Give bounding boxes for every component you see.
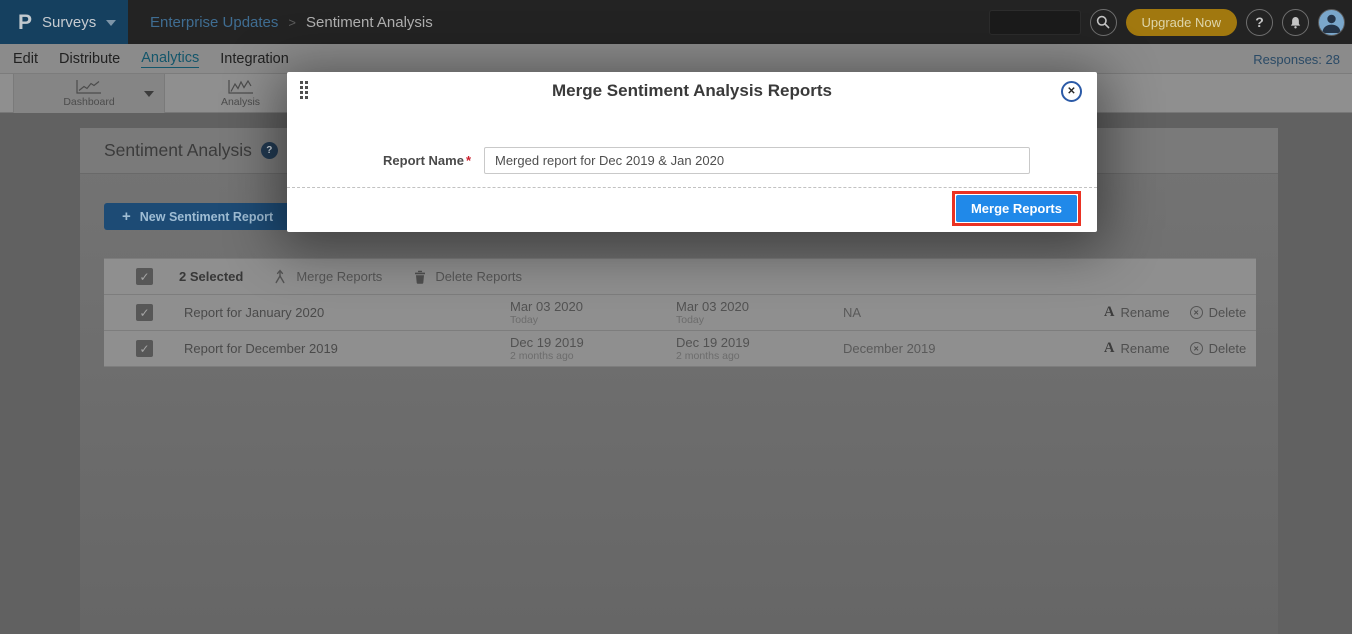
modal-title: Merge Sentiment Analysis Reports <box>287 81 1097 101</box>
close-icon: ✕ <box>1067 86 1075 97</box>
breadcrumb-current-page: Sentiment Analysis <box>306 14 433 31</box>
rename-label: Rename <box>1120 305 1169 320</box>
rename-icon: A <box>1104 305 1114 320</box>
modified-date-cell: Mar 03 2020 Today <box>676 300 843 326</box>
toolbar-tab-label: Analysis <box>221 96 260 108</box>
product-switcher[interactable]: P Surveys <box>0 0 128 44</box>
brand-logo: P <box>18 12 32 33</box>
new-report-label: New Sentiment Report <box>140 210 273 224</box>
reports-table: ✓ 2 Selected Merge Reports Delete Report… <box>104 258 1256 367</box>
check-icon: ✓ <box>139 342 149 356</box>
merge-reports-action[interactable]: Merge Reports <box>273 269 382 284</box>
product-name: Surveys <box>42 14 96 31</box>
modified-date: Mar 03 2020 <box>676 300 843 314</box>
toolbar-tab-label: Dashboard <box>63 96 114 108</box>
cross-glyph: ✕ <box>1193 345 1199 353</box>
survey-nav: Edit Distribute Analytics Integration Re… <box>0 44 1352 74</box>
rename-label: Rename <box>1120 341 1169 356</box>
question-icon: ? <box>1255 14 1264 30</box>
search-button[interactable] <box>1090 9 1117 36</box>
report-name[interactable]: Report for December 2019 <box>184 341 510 356</box>
check-icon: ✓ <box>139 306 149 320</box>
delete-action-label: Delete Reports <box>435 269 522 284</box>
page-title: Sentiment Analysis <box>104 140 252 161</box>
plus-icon: + <box>122 208 131 225</box>
delete-report-action[interactable]: ✕ Delete <box>1190 341 1247 356</box>
trash-icon <box>414 270 426 284</box>
responses-count: Responses: 28 <box>1253 44 1340 74</box>
chevron-down-icon[interactable] <box>144 91 154 97</box>
created-date: Dec 19 2019 <box>510 336 676 350</box>
click-target-highlight: Merge Reports <box>952 191 1081 226</box>
upgrade-now-button[interactable]: Upgrade Now <box>1126 9 1238 36</box>
created-date-cell: Mar 03 2020 Today <box>510 300 676 326</box>
delete-reports-action[interactable]: Delete Reports <box>414 269 522 284</box>
row-actions: A Rename ✕ Delete <box>1104 341 1246 356</box>
topbar-actions: Upgrade Now ? <box>989 0 1346 44</box>
modal-footer-divider <box>287 187 1097 188</box>
person-icon <box>1319 10 1344 35</box>
search-input[interactable] <box>989 10 1081 35</box>
created-relative: 2 months ago <box>510 350 676 362</box>
new-sentiment-report-button[interactable]: + New Sentiment Report <box>104 203 291 230</box>
created-date: Mar 03 2020 <box>510 300 676 314</box>
analysis-chart-icon <box>228 79 254 94</box>
tab-edit[interactable]: Edit <box>13 51 38 67</box>
check-icon: ✓ <box>139 270 149 284</box>
delete-circle-icon: ✕ <box>1190 306 1203 319</box>
modified-relative: Today <box>676 314 843 326</box>
row-actions: A Rename ✕ Delete <box>1104 305 1246 320</box>
cross-glyph: ✕ <box>1193 309 1199 317</box>
tab-distribute[interactable]: Distribute <box>59 51 120 67</box>
question-glyph: ? <box>266 145 272 156</box>
created-date-cell: Dec 19 2019 2 months ago <box>510 336 676 362</box>
help-button[interactable]: ? <box>1246 9 1273 36</box>
rename-report-action[interactable]: A Rename <box>1104 341 1170 356</box>
merge-reports-button[interactable]: Merge Reports <box>956 195 1077 222</box>
table-row: ✓ Report for December 2019 Dec 19 2019 2… <box>104 331 1256 367</box>
report-name[interactable]: Report for January 2020 <box>184 305 510 320</box>
merge-reports-modal: Merge Sentiment Analysis Reports ✕ Repor… <box>287 72 1097 232</box>
report-label: NA <box>843 305 1104 320</box>
delete-circle-icon: ✕ <box>1190 342 1203 355</box>
delete-label: Delete <box>1209 305 1247 320</box>
topbar: P Surveys Enterprise Updates > Sentiment… <box>0 0 1352 44</box>
user-avatar[interactable] <box>1318 9 1345 36</box>
tab-analytics[interactable]: Analytics <box>141 50 199 68</box>
bell-icon <box>1288 15 1303 30</box>
report-name-input[interactable] <box>484 147 1030 174</box>
created-relative: Today <box>510 314 676 326</box>
modified-relative: 2 months ago <box>676 350 843 362</box>
delete-label: Delete <box>1209 341 1247 356</box>
search-icon <box>1096 15 1110 29</box>
merge-icon <box>273 269 287 284</box>
merge-action-label: Merge Reports <box>296 269 382 284</box>
report-label: December 2019 <box>843 341 1104 356</box>
table-bulk-actions-row: ✓ 2 Selected Merge Reports Delete Report… <box>104 258 1256 295</box>
tab-integration[interactable]: Integration <box>220 51 289 67</box>
toolbar-tab-dashboard[interactable]: Dashboard <box>13 74 165 113</box>
select-all-checkbox[interactable]: ✓ <box>136 268 153 285</box>
row-checkbox[interactable]: ✓ <box>136 304 153 321</box>
required-asterisk: * <box>466 153 471 168</box>
report-name-label: Report Name* <box>287 153 471 168</box>
table-row: ✓ Report for January 2020 Mar 03 2020 To… <box>104 295 1256 331</box>
selected-count: 2 Selected <box>179 269 243 284</box>
rename-icon: A <box>1104 341 1114 356</box>
breadcrumb-separator: > <box>288 15 296 30</box>
breadcrumb: Enterprise Updates > Sentiment Analysis <box>150 0 433 44</box>
report-name-row: Report Name* <box>287 147 1097 174</box>
rename-report-action[interactable]: A Rename <box>1104 305 1170 320</box>
line-chart-icon <box>76 79 102 94</box>
help-badge-icon[interactable]: ? <box>261 142 278 159</box>
breadcrumb-survey-name[interactable]: Enterprise Updates <box>150 14 278 31</box>
modified-date: Dec 19 2019 <box>676 336 843 350</box>
modified-date-cell: Dec 19 2019 2 months ago <box>676 336 843 362</box>
label-text: Report Name <box>383 153 464 168</box>
modal-close-button[interactable]: ✕ <box>1061 81 1082 102</box>
notifications-button[interactable] <box>1282 9 1309 36</box>
chevron-down-icon <box>106 20 116 26</box>
delete-report-action[interactable]: ✕ Delete <box>1190 305 1247 320</box>
row-checkbox[interactable]: ✓ <box>136 340 153 357</box>
